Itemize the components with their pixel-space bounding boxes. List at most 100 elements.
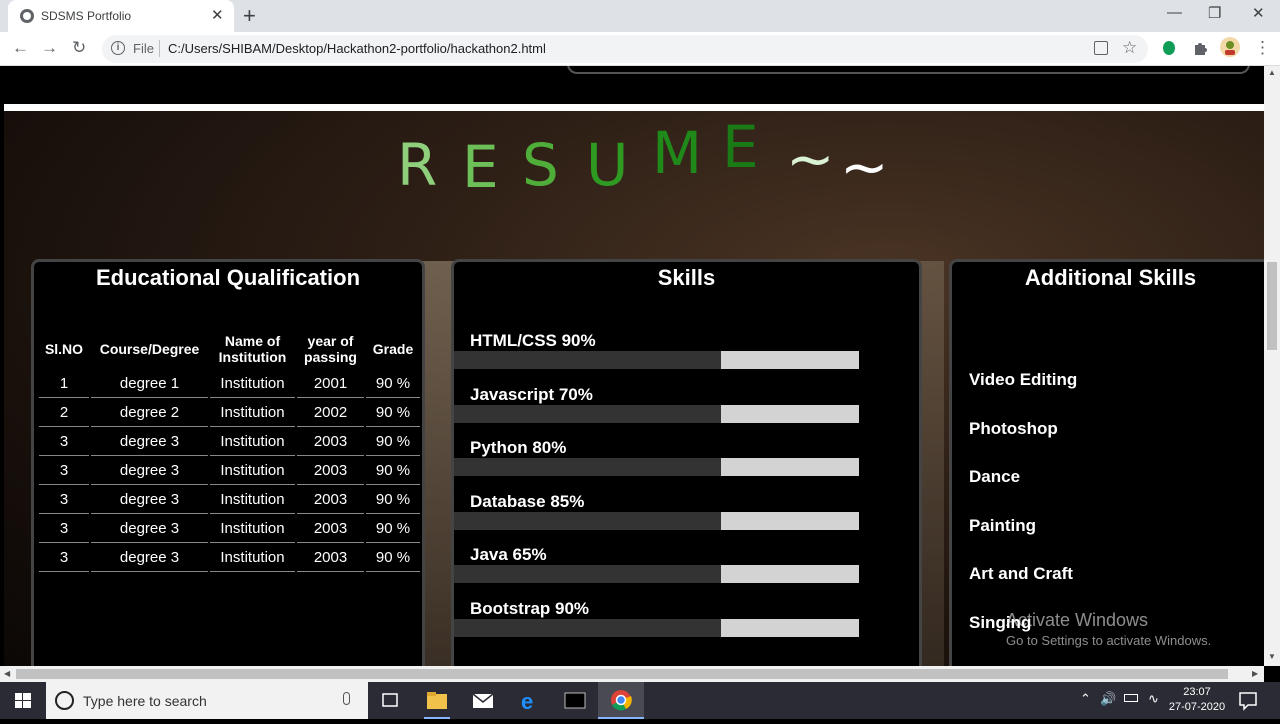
browser-toolbar: ← → ↻ i File C:/Users/SHIBAM/Desktop/Hac… [0,32,1280,66]
resume-letter: ~ [840,133,889,201]
scroll-left-icon[interactable]: ◀ [4,669,10,678]
scroll-right-icon[interactable]: ▶ [1252,669,1258,678]
column-header: Name of Institution [218,333,287,365]
table-row: 1 degree 1 Institution 2001 90 % [39,369,420,398]
edge-browser-icon[interactable]: e [506,682,552,719]
back-icon[interactable]: ← [12,38,29,58]
volume-icon[interactable]: 🔊 [1100,691,1116,707]
additional-skill-item: Art and Craft [969,564,1073,584]
task-view-icon[interactable] [367,682,413,719]
resume-letter: M [652,119,703,187]
mail-icon[interactable] [460,682,506,719]
table-cell: 2003 [297,456,364,485]
info-icon[interactable]: i [111,41,125,55]
reload-icon[interactable]: ↻ [72,38,86,58]
address-bar[interactable]: i File C:/Users/SHIBAM/Desktop/Hackathon… [102,35,1148,63]
table-cell: Institution [210,427,295,456]
skills-heading: Skills [657,265,716,290]
column-header: Course/Degree [99,341,200,357]
windows-logo-icon [15,693,31,708]
skill-progress-bar [454,351,859,369]
horizontal-scroll-thumb[interactable] [16,669,1228,679]
close-window-button[interactable]: ✕ [1252,4,1265,22]
scroll-up-icon[interactable]: ▲ [1268,68,1276,77]
previous-section [4,66,1264,104]
table-cell: 90 % [366,427,420,456]
tab-close-button[interactable]: ✕ [211,6,224,24]
horizontal-scrollbar[interactable]: ◀ ▶ [0,666,1264,682]
table-cell: degree 3 [91,456,208,485]
table-cell: 2 [39,398,89,427]
skills-card: Skills HTML/CSS 90% Javascript 70% Python … [451,259,922,666]
additional-skills-heading: Additional Skills [1024,265,1197,290]
resume-letter: U [586,131,629,199]
skill-label: Database 85% [470,491,585,511]
table-cell: 3 [39,485,89,514]
windows-taskbar: Type here to search e ⌃ 🔊 ∿ 23:07 27-07-… [0,682,1280,719]
table-cell: 2001 [297,369,364,398]
skill-label: Python 80% [470,438,567,458]
skill-label: Javascript 70% [470,384,593,404]
table-row: 2 degree 2 Institution 2002 90 % [39,398,420,427]
previous-card [567,66,1250,74]
system-clock[interactable]: 23:07 27-07-2020 [1168,685,1226,715]
skill-progress-bar [454,458,859,477]
additional-skill-item: Dance [969,467,1021,487]
wifi-icon[interactable]: ∿ [1148,691,1159,707]
search-placeholder: Type here to search [83,693,207,709]
additional-skills-card: Additional Skills Video Editing Photoshop… [949,259,1269,666]
table-cell: 3 [39,427,89,456]
table-cell: 2002 [297,398,364,427]
education-card: Educational Qualification Sl.NO Course/D… [31,259,425,666]
profile-avatar-icon[interactable] [1219,36,1241,58]
column-header: year of passing [304,333,357,365]
page-viewport: R E S U M E ~ ~ Educational Qualificatio… [0,66,1280,666]
vertical-scroll-thumb[interactable] [1267,262,1277,350]
additional-skill-item: Painting [969,515,1037,535]
file-explorer-icon[interactable] [414,682,460,719]
minimize-button[interactable]: — [1167,4,1182,21]
table-cell: Institution [210,398,295,427]
scroll-down-icon[interactable]: ▼ [1268,652,1276,661]
chrome-icon[interactable] [598,682,644,719]
table-row: 3 degree 3 Institution 2003 90 % [39,456,420,485]
table-header-row: Sl.NO Course/Degree Name of Institution … [39,329,420,369]
table-cell: Institution [210,543,295,572]
browser-tab[interactable]: SDSMS Portfolio ✕ [8,0,234,32]
skill-progress-fill [454,351,722,369]
skill-progress-fill [454,458,722,477]
cortana-icon [55,691,74,710]
new-tab-button[interactable]: + [243,3,256,29]
extensions-puzzle-icon[interactable] [1192,40,1208,56]
table-cell: Institution [210,369,295,398]
start-button[interactable] [0,682,46,719]
taskbar-search-box[interactable]: Type here to search [46,682,368,719]
microphone-icon[interactable] [343,692,350,705]
extension-leaf-icon[interactable] [1162,40,1176,56]
notification-center-icon[interactable] [1238,691,1258,711]
vertical-scrollbar[interactable]: ▲ ▼ [1264,66,1280,666]
education-table: Sl.NO Course/Degree Name of Institution … [37,329,422,572]
additional-skill-item: Video Editing [969,370,1078,389]
terminal-icon[interactable] [552,682,598,719]
skill-label: Bootstrap 90% [470,599,590,618]
maximize-button[interactable]: ❐ [1208,4,1221,22]
table-cell: 3 [39,456,89,485]
skill-label: HTML/CSS 90% [470,331,596,350]
table-cell: degree 3 [91,514,208,543]
battery-icon[interactable] [1124,694,1138,702]
translate-icon[interactable] [1094,41,1108,55]
table-cell: 3 [39,543,89,572]
table-cell: 90 % [366,398,420,427]
url-text[interactable]: C:/Users/SHIBAM/Desktop/Hackathon2-portf… [168,41,546,56]
forward-icon[interactable]: → [41,38,58,58]
bookmark-star-icon[interactable]: ☆ [1122,38,1137,58]
table-row: 3 degree 3 Institution 2003 90 % [39,485,420,514]
table-cell: 90 % [366,456,420,485]
chevron-up-icon[interactable]: ⌃ [1080,691,1091,707]
skill-progress-fill [454,565,722,584]
column-header: Sl.NO [44,341,84,357]
menu-kebab-icon[interactable]: ⋮ [1254,38,1271,58]
globe-icon [20,9,34,23]
skill-progress-fill [454,511,722,530]
